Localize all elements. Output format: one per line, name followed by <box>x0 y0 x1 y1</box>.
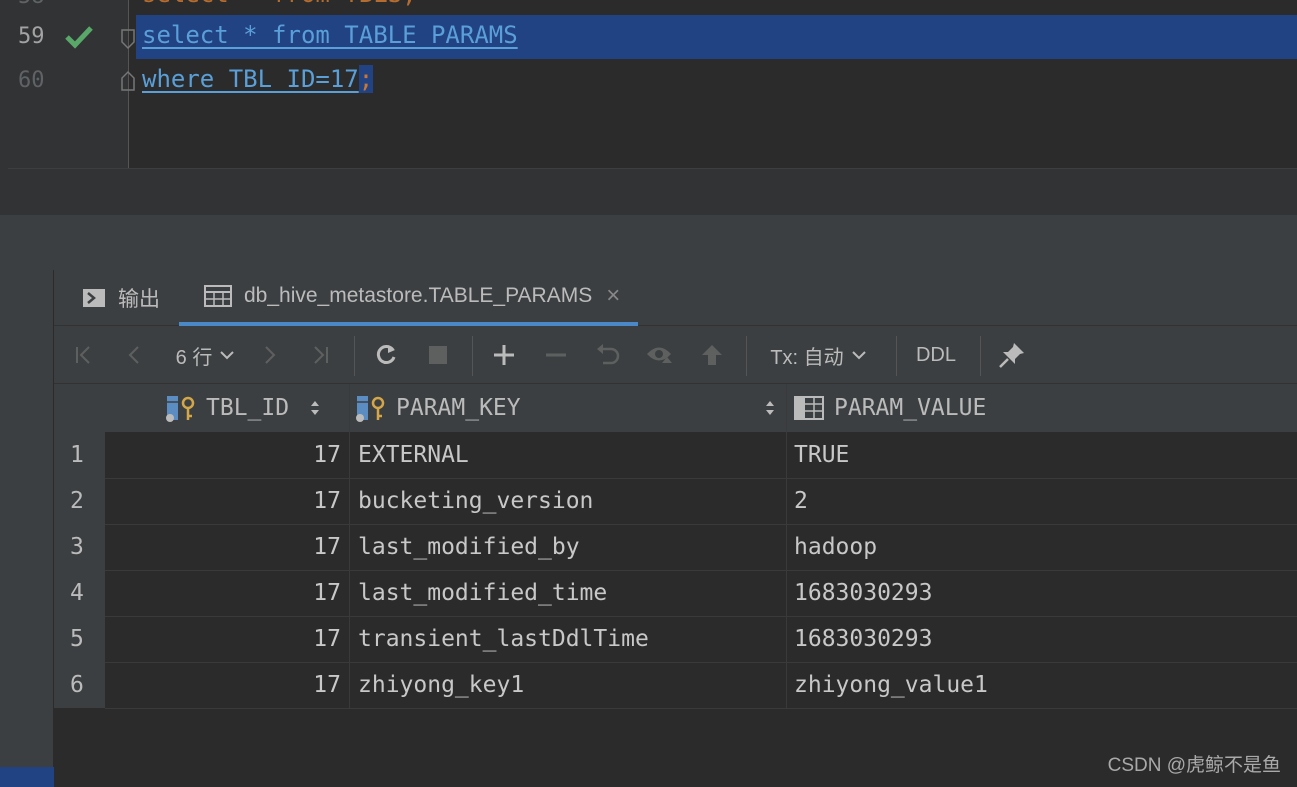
refresh-icon[interactable] <box>368 326 404 384</box>
sort-icon[interactable] <box>309 398 321 418</box>
panel-splitter[interactable] <box>0 215 1297 270</box>
column-header-param-key[interactable]: PARAM_KEY <box>356 384 786 432</box>
sort-icon[interactable] <box>764 398 776 418</box>
ddl-button[interactable]: DDL <box>910 326 962 384</box>
cell-param-key[interactable]: zhiyong_key1 <box>358 662 524 708</box>
transaction-mode-label: Tx: 自动 <box>770 346 844 369</box>
row-count-dropdown[interactable]: 6 行 <box>166 326 246 384</box>
column-header-label: TBL_ID <box>206 395 290 421</box>
tab-output-label: 输出 <box>118 288 160 311</box>
results-tabbar: 输出 db_hive_metastore.TABLE_PARAMS × <box>54 270 1297 326</box>
last-page-icon[interactable] <box>302 326 338 384</box>
table-row[interactable]: 1 17 EXTERNAL TRUE <box>54 432 1297 478</box>
row-number: 6 <box>54 662 105 708</box>
results-toolbar: 6 行 Tx: 自动 DDL <box>54 326 1297 384</box>
transaction-mode-dropdown[interactable]: Tx: 自动 <box>766 326 872 384</box>
revert-icon[interactable] <box>590 326 626 384</box>
cell-param-value[interactable]: TRUE <box>794 432 849 478</box>
results-panel: 输出 db_hive_metastore.TABLE_PARAMS × 6 行 … <box>0 270 1297 787</box>
cell-tbl-id[interactable]: 17 <box>313 570 341 616</box>
column-header-tbl-id[interactable]: TBL_ID <box>166 384 350 432</box>
console-icon <box>83 289 105 307</box>
submit-icon[interactable] <box>694 326 730 384</box>
cell-param-key[interactable]: bucketing_version <box>358 478 593 524</box>
table-row[interactable]: 5 17 transient_lastDdlTime 1683030293 <box>54 616 1297 662</box>
cell-param-value[interactable]: zhiyong_value1 <box>794 662 988 708</box>
row-count-label: 6 行 <box>175 346 213 369</box>
cell-param-key[interactable]: last_modified_by <box>358 524 580 570</box>
cell-tbl-id[interactable]: 17 <box>313 432 341 478</box>
code-line-58[interactable]: select * from TBLS; <box>142 0 417 8</box>
table-row[interactable]: 3 17 last_modified_by hadoop <box>54 524 1297 570</box>
grid-header: TBL_ID PARAM_KEY PARAM_VALUE <box>54 384 1297 432</box>
sql-editor[interactable]: 58 59 60 select * from TBLS; select * fr… <box>0 0 1297 168</box>
tab-output[interactable]: 输出 <box>82 270 160 326</box>
table-row[interactable]: 6 17 zhiyong_key1 zhiyong_value1 <box>54 662 1297 708</box>
tab-result-table[interactable]: db_hive_metastore.TABLE_PARAMS × <box>179 270 639 326</box>
fold-start-icon[interactable] <box>120 28 136 50</box>
line-number: 60 <box>18 68 45 93</box>
chevron-down-icon <box>851 351 866 360</box>
cell-param-value[interactable]: 1683030293 <box>794 570 932 616</box>
preview-changes-icon[interactable] <box>642 326 678 384</box>
cell-param-key[interactable]: last_modified_time <box>358 570 607 616</box>
column-header-label: PARAM_VALUE <box>834 395 987 421</box>
column-icon <box>794 396 824 420</box>
next-page-icon[interactable] <box>252 326 288 384</box>
pin-tab-icon[interactable] <box>994 326 1030 384</box>
cell-param-value[interactable]: 2 <box>794 478 808 524</box>
ide-window: 58 59 60 select * from TBLS; select * fr… <box>0 0 1297 787</box>
tool-window-stripe <box>0 270 54 787</box>
tab-result-label: db_hive_metastore.TABLE_PARAMS <box>244 284 593 307</box>
table-icon <box>204 285 232 307</box>
editor-status-area <box>8 168 1297 215</box>
row-number: 1 <box>54 432 105 478</box>
row-number: 2 <box>54 478 105 524</box>
add-row-icon[interactable] <box>486 326 522 384</box>
code-line-60[interactable]: where TBL_ID=17; <box>142 65 374 93</box>
cell-tbl-id[interactable]: 17 <box>313 524 341 570</box>
primary-key-column-icon <box>166 396 195 422</box>
chevron-down-icon <box>220 351 235 360</box>
prev-page-icon[interactable] <box>116 326 152 384</box>
cell-tbl-id[interactable]: 17 <box>313 478 341 524</box>
column-header-label: PARAM_KEY <box>396 395 521 421</box>
table-row[interactable]: 2 17 bucketing_version 2 <box>54 478 1297 524</box>
column-header-param-value[interactable]: PARAM_VALUE <box>794 384 1294 432</box>
delete-row-icon[interactable] <box>538 326 574 384</box>
execution-success-check-icon <box>65 26 93 49</box>
line-number: 58 <box>18 0 45 9</box>
primary-key-column-icon <box>356 396 385 422</box>
stop-icon[interactable] <box>420 326 456 384</box>
cell-param-value[interactable]: hadoop <box>794 524 877 570</box>
cell-param-key[interactable]: EXTERNAL <box>358 432 469 478</box>
first-page-icon[interactable] <box>66 326 102 384</box>
row-number: 4 <box>54 570 105 616</box>
watermark: CSDN @虎鲸不是鱼 <box>1107 755 1281 776</box>
row-number: 3 <box>54 524 105 570</box>
code-line-59[interactable]: select * from TABLE_PARAMS <box>142 21 518 49</box>
fold-end-icon[interactable] <box>120 70 136 92</box>
cell-param-key[interactable]: transient_lastDdlTime <box>358 616 649 662</box>
cell-tbl-id[interactable]: 17 <box>313 616 341 662</box>
cell-tbl-id[interactable]: 17 <box>313 662 341 708</box>
cell-param-value[interactable]: 1683030293 <box>794 616 932 662</box>
table-row[interactable]: 4 17 last_modified_time 1683030293 <box>54 570 1297 616</box>
line-number: 59 <box>18 24 45 49</box>
row-number: 5 <box>54 616 105 662</box>
close-tab-icon[interactable]: × <box>606 282 620 310</box>
